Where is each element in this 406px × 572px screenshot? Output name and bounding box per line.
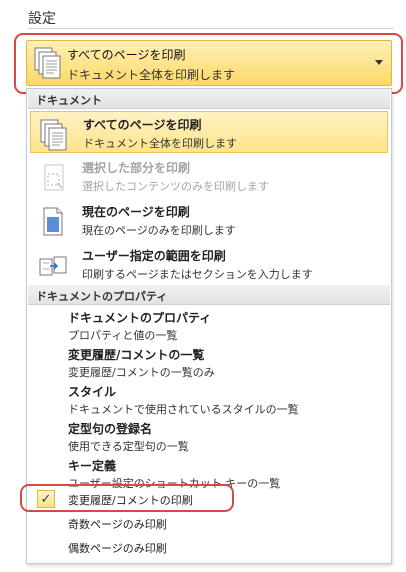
- menu-item-title: 現在のページを印刷: [82, 205, 190, 219]
- dropdown-title: すべてのページを印刷: [67, 48, 186, 62]
- all-pages-icon: [39, 118, 69, 156]
- menu-item-print-custom[interactable]: ユーザー指定の範囲を印刷 印刷するページまたはセクションを入力します: [30, 243, 388, 285]
- current-page-icon: [38, 205, 68, 243]
- toggle-label: 奇数ページのみ印刷: [68, 518, 167, 531]
- menu-item-title: キー定義: [68, 459, 117, 473]
- menu-item-autotext[interactable]: 定型句の登録名 使用できる定型句の一覧: [30, 418, 388, 454]
- toggle-print-even-pages[interactable]: 偶数ページのみ印刷: [30, 536, 388, 558]
- menu-item-desc: ドキュメントで使用されているスタイルの一覧: [68, 403, 299, 416]
- print-range-dropdown[interactable]: すべてのページを印刷 ドキュメント全体を印刷します: [26, 40, 392, 86]
- all-pages-icon: [33, 46, 63, 84]
- dropdown-subtitle: ドキュメント全体を印刷します: [67, 68, 236, 82]
- menu-item-markup-list[interactable]: 変更履歴/コメントの一覧 変更履歴/コメントの一覧のみ: [30, 344, 388, 380]
- menu-item-title: すべてのページを印刷: [83, 118, 202, 132]
- custom-range-icon: [38, 249, 68, 287]
- toggle-print-odd-pages[interactable]: 奇数ページのみ印刷: [30, 512, 388, 534]
- menu-item-title: 選択した部分を印刷: [82, 161, 191, 175]
- menu-item-styles[interactable]: スタイル ドキュメントで使用されているスタイルの一覧: [30, 381, 388, 417]
- group-header-document: ドキュメント: [28, 89, 390, 109]
- menu-item-print-all[interactable]: すべてのページを印刷 ドキュメント全体を印刷します: [30, 111, 388, 153]
- menu-item-desc: 選択したコンテンツのみを印刷します: [82, 180, 269, 193]
- menu-item-desc: ドキュメント全体を印刷します: [83, 137, 237, 150]
- menu-item-print-selection[interactable]: 選択した部分を印刷 選択したコンテンツのみを印刷します: [30, 155, 388, 197]
- toggle-label: 偶数ページのみ印刷: [68, 542, 167, 555]
- menu-item-title: スタイル: [68, 385, 117, 399]
- menu-item-desc: 印刷するページまたはセクションを入力します: [82, 268, 313, 281]
- markup-toggle-highlight: [20, 484, 234, 512]
- menu-item-title: ドキュメントのプロパティ: [68, 311, 212, 325]
- menu-item-desc: 現在のページのみを印刷します: [82, 224, 236, 237]
- selection-icon: [38, 161, 68, 199]
- settings-heading: 設定: [28, 11, 56, 27]
- menu-item-title: ユーザー指定の範囲を印刷: [82, 249, 226, 263]
- group-header-document-properties: ドキュメントのプロパティ: [28, 285, 390, 305]
- menu-item-desc: 使用できる定型句の一覧: [68, 440, 189, 453]
- heading-divider: [28, 28, 394, 29]
- menu-item-desc: 変更履歴/コメントの一覧のみ: [68, 366, 215, 379]
- chevron-down-icon: [375, 60, 383, 65]
- menu-item-title: 定型句の登録名: [68, 422, 153, 436]
- menu-item-desc: プロパティと値の一覧: [68, 329, 178, 342]
- menu-item-print-current[interactable]: 現在のページを印刷 現在のページのみを印刷します: [30, 199, 388, 241]
- menu-item-doc-properties[interactable]: ドキュメントのプロパティ プロパティと値の一覧: [30, 307, 388, 343]
- menu-item-title: 変更履歴/コメントの一覧: [68, 348, 205, 362]
